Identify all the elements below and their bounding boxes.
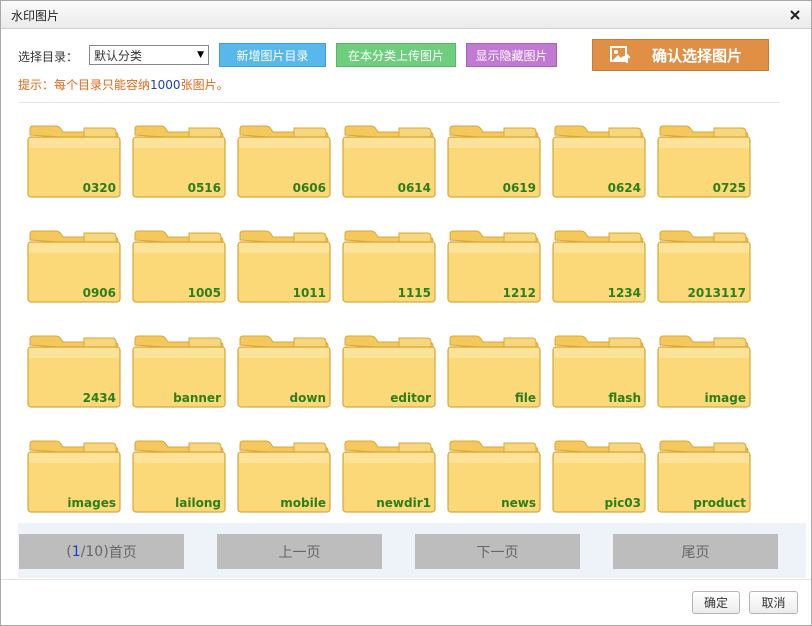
last-page-button[interactable]: 尾页 [613,534,778,569]
dialog-title: 水印图片 [11,9,60,23]
folder-label: images [67,496,116,510]
show-hidden-button[interactable]: 显示隐藏图片 [466,43,557,67]
folder-label: file [514,391,536,405]
current-page: 1 [71,543,81,560]
folder-item[interactable]: product [656,436,752,514]
folder-item[interactable]: flash [551,331,647,409]
footer-divider [1,579,811,580]
folder-item[interactable]: 2434 [26,331,122,409]
folder-item[interactable]: 0906 [26,226,122,304]
title-bar: 水印图片 [1,1,811,29]
hint-suffix: 张图片。 [180,78,229,92]
folder-item[interactable]: 0320 [26,121,122,199]
folder-label: editor [390,391,431,405]
image-upload-icon [610,46,630,64]
confirm-select-label: 确认选择图片 [652,46,743,65]
folder-label: 0516 [187,181,221,195]
folder-label: image [704,391,746,405]
folder-item[interactable]: banner [131,331,227,409]
folder-label: news [501,496,536,510]
folder-item[interactable]: newdir1 [341,436,437,514]
folder-label: 1234 [607,286,641,300]
folder-item[interactable]: 2013117 [656,226,752,304]
folder-label: 0320 [82,181,116,195]
dir-label: 选择目录： [18,50,79,64]
folder-label: 1005 [187,286,221,300]
folder-label: 0725 [712,181,746,195]
folder-label: product [693,496,746,510]
folder-item[interactable]: file [446,331,542,409]
folder-item[interactable]: news [446,436,542,514]
folder-item[interactable]: 1212 [446,226,542,304]
folder-label: 2013117 [687,286,746,300]
folder-label: mobile [280,496,326,510]
folder-label: 1011 [292,286,326,300]
folder-label: 0624 [607,181,641,195]
folder-item[interactable]: editor [341,331,437,409]
folder-item[interactable]: down [236,331,332,409]
folder-label: banner [173,391,221,405]
folder-label: 0606 [292,181,326,195]
ok-button[interactable]: 确定 [692,591,740,614]
folder-item[interactable]: lailong [131,436,227,514]
folder-item[interactable]: 1234 [551,226,647,304]
cancel-button[interactable]: 取消 [749,591,798,614]
directory-select-value: 默认分类 [94,48,143,63]
folder-item[interactable]: images [26,436,122,514]
folder-label: 0619 [502,181,536,195]
folder-label: 0614 [397,181,431,195]
confirm-select-button[interactable]: 确认选择图片 [592,39,769,71]
folder-item[interactable]: 0619 [446,121,542,199]
prev-page-button[interactable]: 上一页 [217,534,382,569]
divider [18,102,780,103]
folder-label: flash [608,391,641,405]
first-page-button[interactable]: (1/10) 首页 [19,534,184,569]
folder-label: 2434 [82,391,116,405]
folder-label: down [289,391,326,405]
hint-prefix: 提示：每个目录只能容纳 [18,78,151,92]
folder-label: 1212 [502,286,536,300]
first-page-label: 首页 [108,544,137,561]
folder-item[interactable]: image [656,331,752,409]
close-icon[interactable] [785,5,805,25]
folder-item[interactable]: 0614 [341,121,437,199]
folder-item[interactable]: pic03 [551,436,647,514]
folder-item[interactable]: 0516 [131,121,227,199]
folder-item[interactable]: 0725 [656,121,752,199]
folder-item[interactable]: mobile [236,436,332,514]
folder-item[interactable]: 1011 [236,226,332,304]
folder-item[interactable]: 1115 [341,226,437,304]
directory-select[interactable]: 默认分类 ▼ [89,45,209,65]
folder-label: pic03 [604,496,641,510]
folder-item[interactable]: 0624 [551,121,647,199]
folder-item[interactable]: 0606 [236,121,332,199]
new-directory-button[interactable]: 新增图片目录 [219,43,326,67]
folder-label: 1115 [397,286,431,300]
hint-number: 1000 [150,78,181,92]
folder-label: 0906 [82,286,116,300]
dropdown-arrow-icon: ▼ [197,50,204,60]
image-picker-dialog: 水印图片 选择目录： 默认分类 ▼ 新增图片目录 在本分类上传图片 显示隐藏图片… [0,0,812,626]
total-pages: /10) [80,543,109,560]
folder-item[interactable]: 1005 [131,226,227,304]
next-page-button[interactable]: 下一页 [415,534,580,569]
folder-label: lailong [175,496,221,510]
folder-label: newdir1 [376,496,431,510]
capacity-hint: 提示：每个目录只能容纳1000张图片。 [18,76,229,93]
upload-button[interactable]: 在本分类上传图片 [336,43,456,67]
